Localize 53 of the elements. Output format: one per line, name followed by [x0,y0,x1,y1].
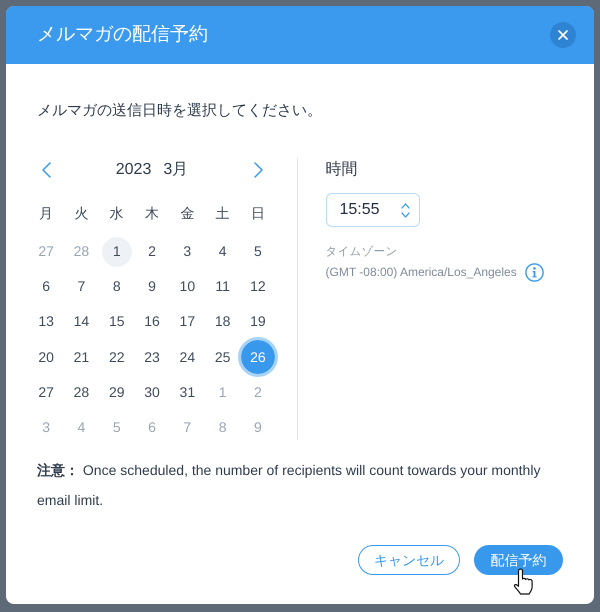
weekday-label: 木 [145,204,160,222]
close-button[interactable] [550,22,576,48]
calendar-day[interactable]: 12 [242,272,273,302]
calendar-day[interactable]: 7 [66,272,96,302]
calendar-day[interactable]: 27 [31,377,62,408]
chevron-right-icon[interactable] [254,162,262,178]
instruction-text: メルマガの送信日時を選択してください。 [37,101,323,121]
info-icon[interactable] [524,262,544,282]
calendar-day[interactable]: 20 [31,342,62,372]
time-field[interactable]: 15:55 [326,193,420,227]
timezone-label: タイムゾーン [326,244,398,260]
calendar-day[interactable]: 1 [102,236,132,267]
calendar-day[interactable]: 24 [172,342,202,372]
calendar-day[interactable]: 25 [208,342,238,372]
calendar-day[interactable]: 21 [66,342,96,372]
dialog-title: メルマガの配信予約 [37,23,208,47]
note-text: 注意： Once scheduled, the number of recipients will count towards your monthly email limit. [37,461,542,510]
calendar-day[interactable]: 15 [102,306,132,337]
calendar-day[interactable]: 2 [137,236,168,267]
calendar-day[interactable]: 13 [31,306,62,337]
calendar-day[interactable]: 3 [172,236,202,267]
calendar-day[interactable]: 18 [208,306,238,337]
chevron-up-icon[interactable] [400,202,410,208]
calendar-day[interactable]: 11 [208,272,238,302]
year-label: 2023 [116,160,152,180]
chevron-left-icon[interactable] [42,162,50,178]
calendar-day[interactable]: 28 [66,377,96,408]
calendar-day[interactable]: 19 [242,306,273,337]
calendar-day[interactable]: 22 [102,342,132,372]
calendar-day[interactable]: 14 [66,306,96,337]
weekday-label: 土 [216,204,230,222]
weekday-label: 火 [74,204,88,222]
chevron-down-icon[interactable] [400,212,410,218]
month-label: 3月 [163,160,188,180]
calendar-day[interactable]: 4 [208,236,238,267]
weekday-label: 日 [250,204,265,222]
weekday-label: 金 [180,204,194,222]
calendar-day[interactable]: 6 [31,272,62,302]
calendar-day[interactable]: 16 [137,306,168,337]
calendar-day[interactable]: 10 [172,272,202,302]
calendar-day[interactable]: 31 [172,377,202,408]
time-label: 時間 [326,160,358,180]
weekday-label: 水 [110,204,124,222]
calendar-day[interactable]: 5 [242,236,273,267]
calendar-day[interactable]: 29 [102,377,132,408]
calendar-day[interactable]: 9 [137,272,168,302]
close-icon [558,30,568,40]
calendar-day[interactable]: 17 [172,306,202,337]
calendar-day[interactable]: 30 [137,377,168,408]
timezone-value: (GMT -08:00) America/Los_Angeles [326,264,517,281]
calendar-day[interactable]: 8 [102,272,132,302]
calendar-day[interactable]: 23 [137,342,168,372]
weekday-label: 月 [39,204,54,222]
